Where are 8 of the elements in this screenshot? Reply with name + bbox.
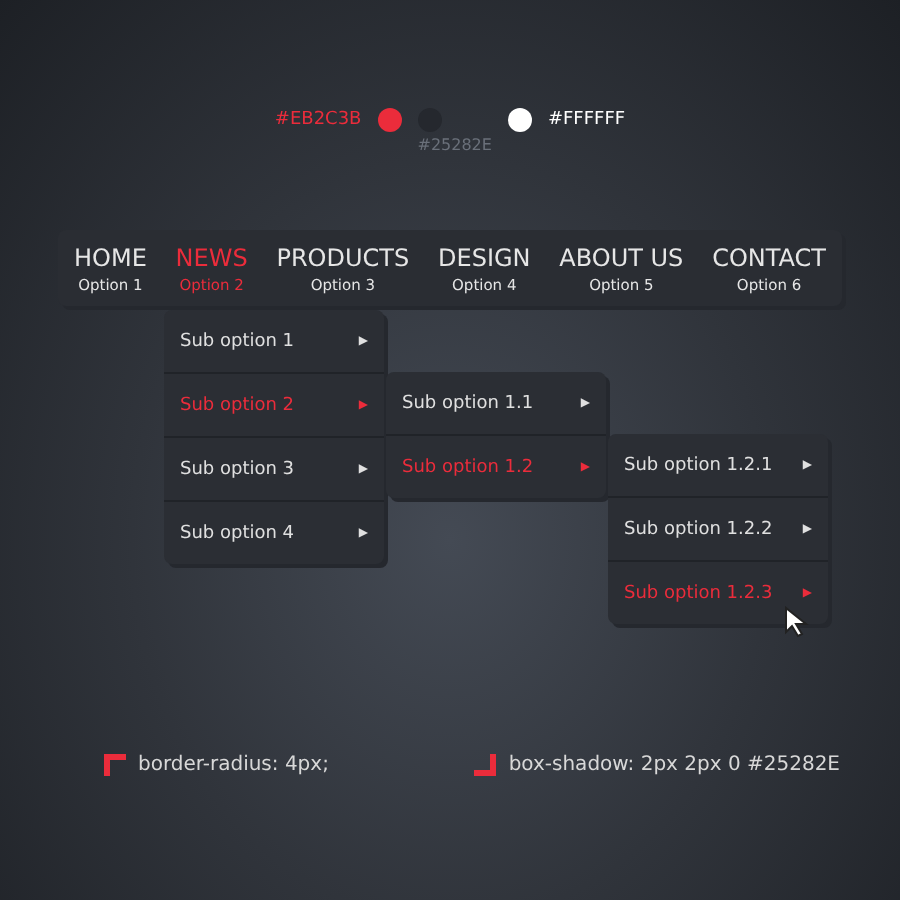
corner-icon	[104, 754, 126, 776]
css-note: box-shadow: 2px 2px 0 #25282E	[508, 754, 840, 776]
color-code: #FFFFFF	[547, 110, 626, 130]
css-note: border-radius: 4px;	[138, 754, 329, 776]
corner-icon	[474, 754, 497, 776]
color-code: #25282E	[417, 136, 492, 154]
color-code: #EB2C3B	[274, 110, 362, 130]
cursor-icon	[784, 606, 812, 638]
